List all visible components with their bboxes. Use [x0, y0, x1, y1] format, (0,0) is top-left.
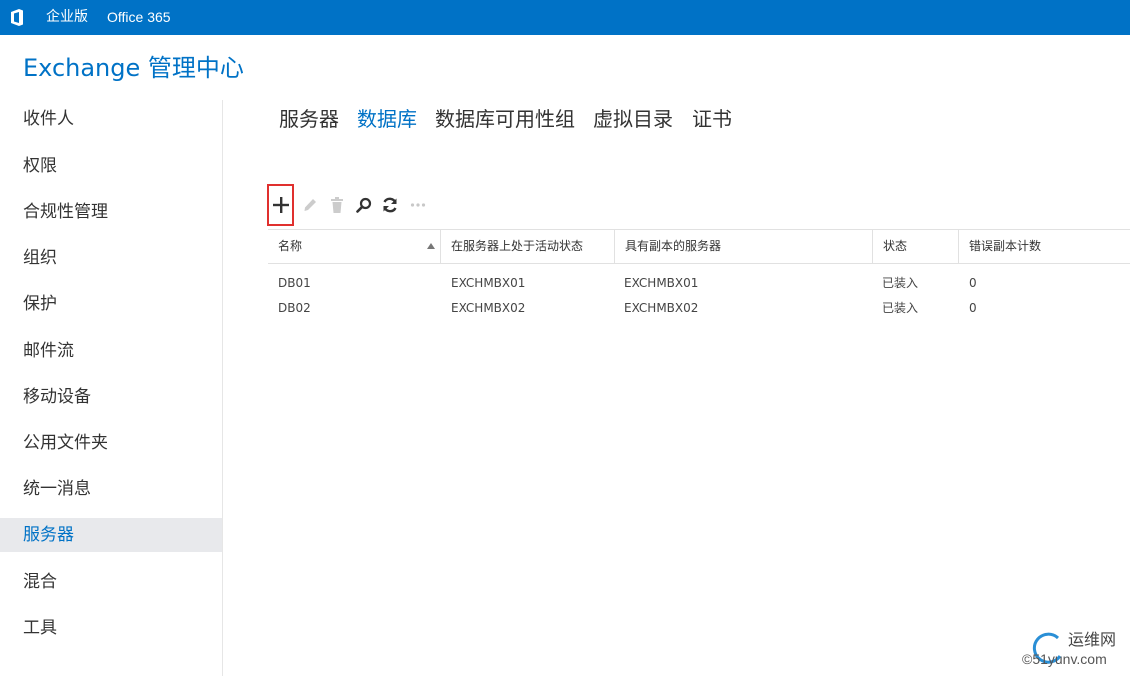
- search-icon: [356, 197, 372, 213]
- sidebar-item-servers[interactable]: 服务器: [0, 518, 222, 552]
- cell-servers-with-copies: EXCHMBX01: [624, 276, 699, 290]
- sidebar-item-public-folders[interactable]: 公用文件夹: [0, 426, 222, 460]
- cell-status: 已装入: [882, 301, 919, 315]
- watermark-domain: ©51yunv.com: [1022, 651, 1107, 667]
- tab-databases[interactable]: 数据库: [357, 105, 417, 133]
- cell-bad-copy-count: 0: [969, 276, 977, 290]
- sidebar: 收件人 权限 合规性管理 组织 保护 邮件流 移动设备 公用文件夹 统一消息 服…: [0, 96, 222, 676]
- more-icon: [410, 203, 426, 207]
- watermark-title: 运维网: [1068, 630, 1117, 649]
- sidebar-item-hybrid[interactable]: 混合: [0, 565, 222, 599]
- delete-icon: [331, 197, 343, 213]
- sidebar-item-mobile[interactable]: 移动设备: [0, 380, 222, 414]
- column-header-label: 名称: [278, 239, 303, 253]
- sidebar-item-organization[interactable]: 组织: [0, 241, 222, 275]
- cell-servers-with-copies: EXCHMBX02: [624, 301, 699, 315]
- delete-button[interactable]: [328, 184, 346, 226]
- cell-active-server: EXCHMBX02: [451, 301, 526, 315]
- sidebar-item-unified-messaging[interactable]: 统一消息: [0, 472, 222, 506]
- column-header-bad-copy-count[interactable]: 错误副本计数: [959, 230, 1130, 263]
- column-header-status[interactable]: 状态: [873, 230, 959, 263]
- tab-dag[interactable]: 数据库可用性组: [435, 105, 575, 133]
- column-header-name[interactable]: 名称: [268, 230, 440, 263]
- watermark: 运维网 ©51yunv.com: [1022, 626, 1130, 676]
- cell-name: DB02: [278, 301, 311, 315]
- column-header-servers-with-copies[interactable]: 具有副本的服务器: [615, 230, 873, 263]
- office365-link[interactable]: Office 365: [107, 9, 171, 26]
- table-row[interactable]: DB01 EXCHMBX01 EXCHMBX01 已装入 0: [268, 271, 1130, 296]
- search-button[interactable]: [354, 184, 374, 226]
- sidebar-item-protection[interactable]: 保护: [0, 287, 222, 321]
- cell-name: DB01: [278, 276, 311, 290]
- edition-link[interactable]: 企业版: [46, 9, 88, 26]
- top-bar: 企业版 Office 365: [0, 0, 1130, 35]
- cell-bad-copy-count: 0: [969, 301, 977, 315]
- app-title: Exchange 管理中心: [23, 54, 244, 82]
- column-header-active-server[interactable]: 在服务器上处于活动状态: [441, 230, 614, 263]
- toolbar: [266, 184, 466, 226]
- sidebar-item-permissions[interactable]: 权限: [0, 149, 222, 183]
- tab-certificates[interactable]: 证书: [692, 105, 732, 133]
- sidebar-item-compliance[interactable]: 合规性管理: [0, 195, 222, 229]
- edit-icon: [304, 199, 316, 211]
- cell-active-server: EXCHMBX01: [451, 276, 526, 290]
- more-button[interactable]: [408, 184, 428, 226]
- refresh-button[interactable]: [380, 184, 400, 226]
- table-row[interactable]: DB02 EXCHMBX02 EXCHMBX02 已装入 0: [268, 296, 1130, 321]
- sidebar-item-tools[interactable]: 工具: [0, 611, 222, 645]
- sort-ascending-icon: [427, 243, 435, 249]
- tab-virtual-directories[interactable]: 虚拟目录: [593, 105, 673, 133]
- sidebar-divider: [222, 100, 223, 676]
- add-button-highlight: [267, 184, 294, 226]
- tab-servers[interactable]: 服务器: [279, 105, 339, 133]
- office-logo-icon[interactable]: [10, 9, 24, 26]
- sidebar-item-recipients[interactable]: 收件人: [0, 102, 222, 136]
- edit-button[interactable]: [300, 184, 320, 226]
- refresh-icon: [383, 197, 397, 213]
- sidebar-item-mail-flow[interactable]: 邮件流: [0, 334, 222, 368]
- table-header: 名称 在服务器上处于活动状态 具有副本的服务器 状态 错误副本计数: [268, 229, 1130, 264]
- cell-status: 已装入: [882, 276, 919, 290]
